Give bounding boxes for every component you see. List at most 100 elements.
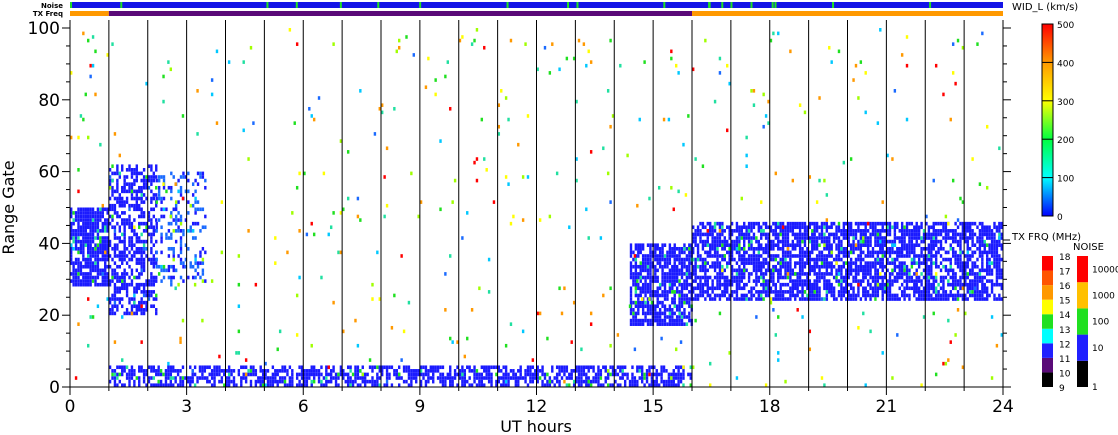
data-cell (900, 236, 904, 240)
data-cell (412, 369, 415, 373)
data-cell (654, 311, 657, 316)
data-cell (786, 268, 790, 273)
data-cell (521, 376, 525, 380)
data-cell (990, 279, 994, 283)
data-cell (395, 376, 398, 380)
data-cell (879, 250, 882, 255)
data-cell (747, 236, 751, 240)
data-cell (101, 221, 104, 226)
data-cell (113, 272, 117, 276)
data-cell (701, 293, 705, 298)
data-cell (688, 297, 691, 301)
data-cell (774, 243, 778, 247)
data-cell (585, 376, 588, 380)
data-cell (993, 221, 996, 226)
data-cell (641, 290, 645, 294)
data-cell (937, 239, 940, 244)
data-cell (468, 376, 471, 380)
data-cell (91, 63, 95, 68)
data-cell (84, 275, 87, 280)
data-cell (701, 246, 705, 251)
data-cell (981, 250, 984, 255)
data-cell (649, 261, 652, 265)
data-cell (798, 268, 802, 273)
data-cell (641, 318, 645, 323)
data-cell (140, 239, 143, 244)
data-cell (176, 383, 180, 388)
data-cell (668, 243, 672, 247)
data-cell (656, 322, 659, 326)
data-cell (874, 286, 877, 291)
data-cell (606, 171, 610, 176)
data-cell (436, 365, 440, 370)
data-cell (512, 376, 515, 380)
data-cell (738, 275, 741, 280)
data-cell (558, 379, 561, 384)
data-cell (876, 286, 880, 291)
data-cell (412, 376, 415, 380)
data-cell (174, 286, 177, 291)
data-cell (150, 304, 153, 309)
data-cell (104, 239, 107, 244)
data-cell (677, 189, 680, 194)
data-cell (142, 175, 146, 179)
data-cell (79, 282, 83, 287)
data-cell (743, 221, 746, 226)
data-cell (981, 243, 984, 247)
data-cell (361, 365, 364, 370)
data-cell (162, 182, 165, 186)
data-cell (713, 236, 717, 240)
data-cell (121, 168, 124, 172)
data-cell (634, 282, 638, 287)
data-cell (142, 261, 146, 265)
data-cell (900, 229, 904, 233)
data-cell (72, 236, 75, 240)
data-cell (449, 369, 452, 373)
data-cell (937, 232, 940, 237)
data-cell (644, 254, 647, 258)
data-cell (283, 383, 287, 388)
data-cell (859, 268, 863, 273)
data-cell (644, 304, 647, 309)
data-cell (854, 275, 858, 280)
data-cell (649, 286, 652, 291)
data-cell (170, 282, 173, 287)
data-cell (786, 275, 790, 280)
data-cell (663, 311, 667, 316)
data-cell (840, 229, 843, 233)
data-cell (668, 304, 672, 309)
data-cell (383, 175, 386, 179)
data-cell (325, 365, 328, 370)
data-cell (995, 254, 999, 258)
data-cell (123, 229, 126, 233)
data-cell (385, 383, 389, 388)
data-cell (125, 272, 129, 276)
data-cell (927, 279, 931, 283)
width-colorbar (1041, 23, 1054, 217)
data-cell (721, 282, 724, 287)
data-cell (140, 196, 143, 201)
data-cell (89, 214, 92, 219)
data-cell (441, 383, 445, 388)
data-cell (636, 279, 639, 283)
data-cell (644, 279, 647, 283)
data-cell (903, 297, 906, 301)
data-cell (830, 293, 833, 298)
data-cell (718, 264, 722, 269)
data-cell (118, 153, 121, 158)
data-cell (257, 376, 260, 380)
data-cell (789, 261, 792, 265)
data-cell (956, 254, 960, 258)
data-cell (815, 236, 819, 240)
data-cell (723, 239, 726, 244)
data-cell (140, 261, 143, 265)
data-cell (857, 257, 860, 262)
data-cell (91, 221, 95, 226)
data-cell (111, 218, 114, 222)
data-cell (170, 211, 173, 215)
data-cell (699, 257, 702, 262)
data-cell (772, 221, 775, 226)
data-cell (956, 239, 960, 244)
data-cell (74, 261, 78, 265)
data-cell (983, 250, 986, 255)
